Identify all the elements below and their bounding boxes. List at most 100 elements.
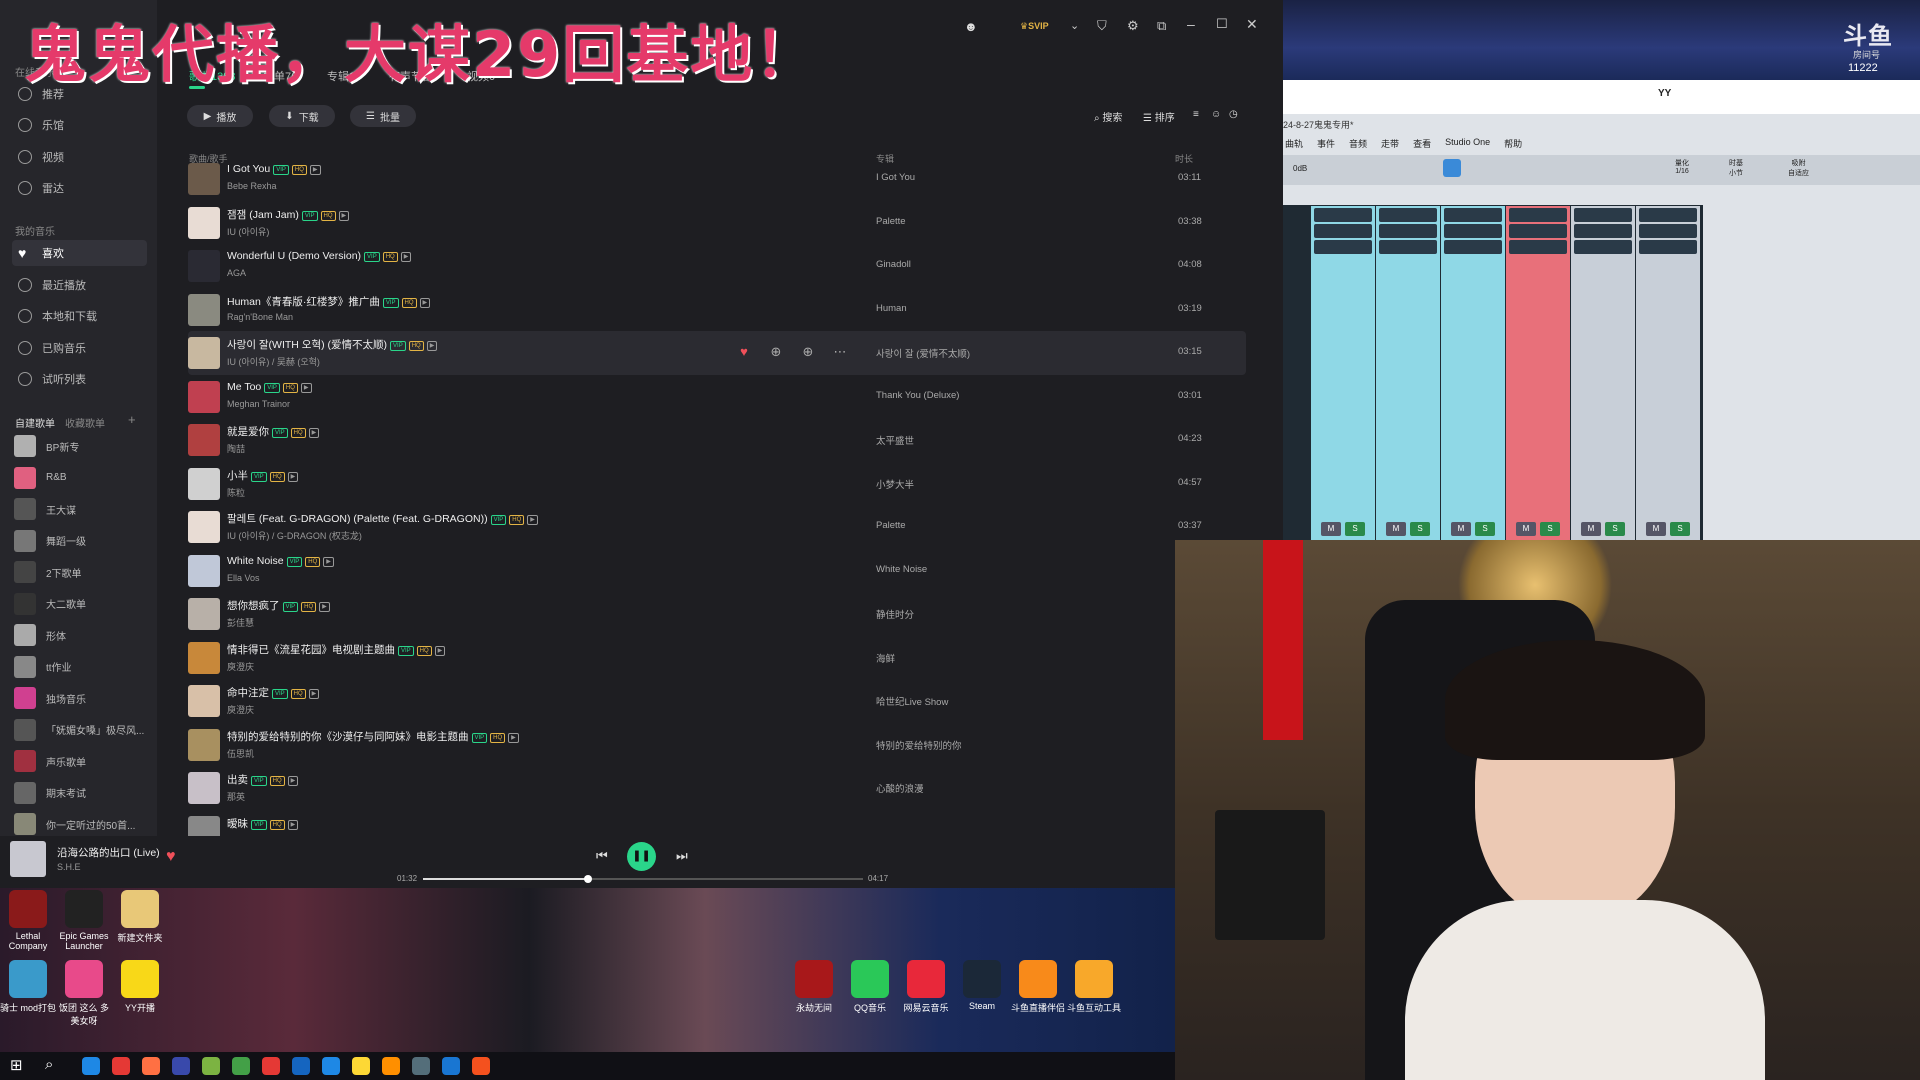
song-album[interactable]: Palette <box>876 520 906 531</box>
table-row[interactable]: 命中注定 VIP HQ ▶ 庾澄庆 哈世纪Live Show <box>188 679 1246 723</box>
insert-slot[interactable] <box>1444 240 1502 254</box>
table-row[interactable]: Me Too VIP HQ ▶ Meghan Trainor Thank You (Del… <box>188 375 1246 419</box>
song-album[interactable]: Ginadoll <box>876 259 911 270</box>
insert-slot[interactable] <box>1444 208 1502 222</box>
quantize-selector[interactable]: 量化 1/16 <box>1675 158 1689 175</box>
mute-button[interactable]: M <box>1451 522 1471 536</box>
solo-button[interactable]: S <box>1475 522 1495 536</box>
mixer-channel-strip[interactable]: MS <box>1506 206 1570 540</box>
mv-icon[interactable]: ▶ <box>434 645 446 656</box>
mute-button[interactable]: M <box>1386 522 1406 536</box>
song-artist[interactable]: Meghan Trainor <box>227 399 290 409</box>
tab-created-playlists[interactable]: 自建歌单 <box>15 415 55 430</box>
playlist-item[interactable]: 你一定听过的50首... <box>14 811 154 837</box>
taskbar-app-icon[interactable] <box>82 1057 100 1075</box>
mv-icon[interactable]: ▶ <box>527 515 538 525</box>
search-button[interactable]: ⌕ 搜索 <box>1094 109 1122 124</box>
playlist-item[interactable]: tt作业 <box>14 654 154 680</box>
gear-icon[interactable]: ⚙ <box>1127 18 1139 34</box>
insert-slot[interactable] <box>1509 224 1567 238</box>
chevron-down-icon[interactable]: ⌄ <box>1070 19 1079 32</box>
solo-button[interactable]: S <box>1670 522 1690 536</box>
timebase-selector[interactable]: 时基 小节 <box>1729 158 1743 178</box>
mute-button[interactable]: M <box>1581 522 1601 536</box>
mv-icon[interactable]: ▶ <box>308 689 320 699</box>
playlist-item[interactable]: 王大谋 <box>14 496 154 522</box>
table-row[interactable]: 想你想疯了 VIP HQ ▶ 彭佳慧 静佳时分 <box>188 592 1246 636</box>
song-cover[interactable] <box>188 380 220 413</box>
desktop-icon[interactable]: 斗鱼直播伴侣 <box>1010 960 1066 1014</box>
close-button[interactable]: ✕ <box>1246 16 1258 33</box>
mixer-channel-strip[interactable]: MS <box>1636 206 1700 540</box>
song-album[interactable]: 心酸的浪漫 <box>876 781 924 795</box>
insert-slot[interactable] <box>1639 240 1697 254</box>
song-cover[interactable] <box>188 250 220 282</box>
solo-button[interactable]: S <box>1345 522 1365 536</box>
mv-icon[interactable]: ▶ <box>338 210 350 221</box>
minimize-button[interactable]: – <box>1187 16 1195 32</box>
song-artist[interactable]: IU (아이유) <box>227 225 269 238</box>
table-row[interactable]: White Noise VIP HQ ▶ Ella Vos White Noise <box>188 549 1246 593</box>
sidebar-item-recent[interactable]: 最近播放 <box>12 272 147 298</box>
song-cover[interactable] <box>188 728 220 761</box>
table-row[interactable]: 小半 VIP HQ ▶ 陈粒 小梦大半 04:57 <box>188 462 1246 506</box>
table-row[interactable]: 特别的爱给特别的你《沙漠仔与同阿妹》电影主题曲 VIP HQ ▶ 伍思凯 特别的爱给特别的… <box>188 723 1246 767</box>
taskbar-app-icon[interactable] <box>232 1057 250 1075</box>
playlist-item[interactable]: 声乐歌单 <box>14 748 154 774</box>
song-title[interactable]: 팔레트 (Feat. G-DRAGON) (Palette (Feat. G-D… <box>227 511 538 526</box>
mv-icon[interactable]: ▶ <box>287 776 299 786</box>
playlist-item[interactable]: 期末考试 <box>14 780 154 806</box>
sidebar-item-purchased[interactable]: 已购音乐 <box>12 335 147 361</box>
song-title[interactable]: I Got You VIP HQ ▶ <box>227 163 321 175</box>
progress-track[interactable] <box>423 875 863 883</box>
pencil-tool-icon[interactable] <box>1443 159 1461 177</box>
sidebar-item-library[interactable]: 乐馆 <box>12 112 147 138</box>
daw-menu-item[interactable]: 走带 <box>1381 137 1399 151</box>
song-title[interactable]: 사랑이 잘(WITH 오혁) (爱情不太顺) VIP HQ ▶ <box>227 337 438 352</box>
mv-icon[interactable]: ▶ <box>309 165 321 175</box>
sidebar-item-radar[interactable]: 雷达 <box>12 175 147 201</box>
song-title[interactable]: 情非得已《流星花园》电视剧主题曲 VIP HQ ▶ <box>227 642 446 657</box>
mv-icon[interactable]: ▶ <box>319 602 330 612</box>
mixer-channel-strip[interactable]: MS <box>1311 206 1375 540</box>
taskbar-app-icon[interactable] <box>472 1057 490 1075</box>
mv-icon[interactable]: ▶ <box>323 556 334 567</box>
song-artist[interactable]: Bebe Rexha <box>227 181 277 191</box>
song-artist[interactable]: 伍思凯 <box>227 747 254 760</box>
song-title[interactable]: 小半 VIP HQ ▶ <box>227 468 299 483</box>
song-artist[interactable]: 庾澄庆 <box>227 660 254 673</box>
mv-icon[interactable]: ▶ <box>287 819 299 830</box>
playlist-item[interactable]: 「妩媚女嗓」极尽风... <box>14 717 154 743</box>
song-cover[interactable] <box>188 641 220 674</box>
song-album[interactable]: 哈世纪Live Show <box>876 694 948 708</box>
song-cover[interactable] <box>188 598 220 630</box>
solo-button[interactable]: S <box>1605 522 1625 536</box>
taskbar-app-icon[interactable] <box>112 1057 130 1075</box>
insert-slot[interactable] <box>1444 224 1502 238</box>
song-cover[interactable] <box>188 206 220 239</box>
download-icon[interactable]: ⊕ <box>768 344 784 360</box>
taskbar-app-icon[interactable] <box>442 1057 460 1075</box>
song-title[interactable]: Human《青春版·红楼梦》推广曲 VIP HQ ▶ <box>227 294 431 309</box>
mixer-channel-strip[interactable]: MS <box>1571 206 1635 540</box>
daw-menu-item[interactable]: 事件 <box>1317 137 1335 151</box>
insert-slot[interactable] <box>1379 208 1437 222</box>
song-artist[interactable]: 陶喆 <box>227 442 245 455</box>
playlist-item[interactable]: 2下歌单 <box>14 559 154 585</box>
playlist-item[interactable]: 舞蹈一级 <box>14 528 154 554</box>
playlist-item[interactable]: 形体 <box>14 622 154 648</box>
play-all-button[interactable]: ▶ 播放 <box>187 105 253 127</box>
progress-handle[interactable] <box>584 875 592 883</box>
insert-slot[interactable] <box>1314 224 1372 238</box>
song-artist[interactable]: 陈粒 <box>227 486 245 499</box>
insert-slot[interactable] <box>1574 208 1632 222</box>
pause-button[interactable]: ❚❚ <box>627 842 656 871</box>
song-title[interactable]: 命中注定 VIP HQ ▶ <box>227 685 320 700</box>
mute-button[interactable]: M <box>1646 522 1666 536</box>
song-album[interactable]: 海鲜 <box>876 651 895 665</box>
desktop-icon[interactable]: 斗鱼互动工具 <box>1066 960 1122 1014</box>
song-title[interactable]: 잼잼 (Jam Jam) VIP HQ ▶ <box>227 207 350 222</box>
desktop-icon[interactable]: YY开播 <box>112 960 168 1014</box>
mv-icon[interactable]: ▶ <box>400 252 412 262</box>
playlist-item[interactable]: R&B <box>14 465 154 491</box>
